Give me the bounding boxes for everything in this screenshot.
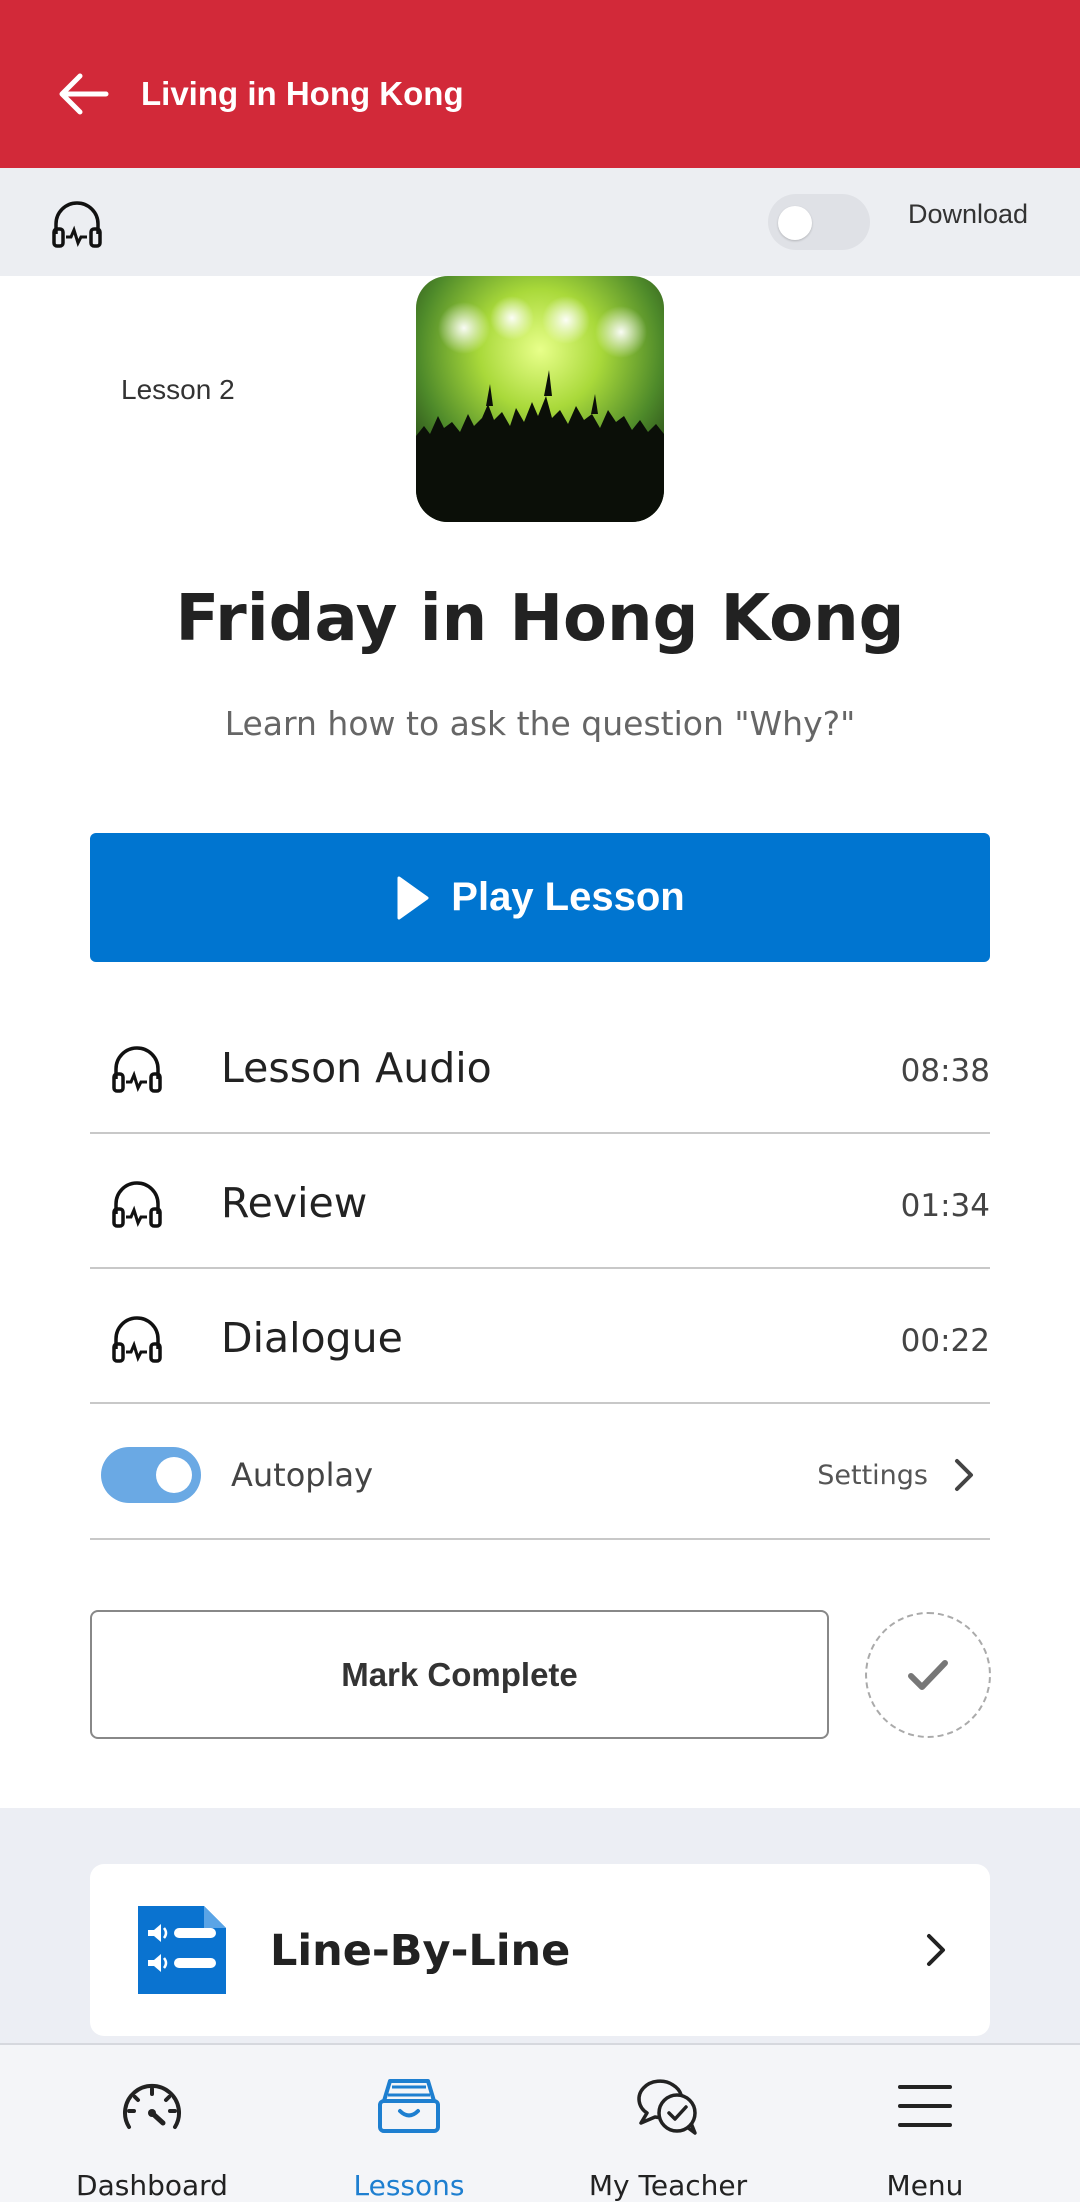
lesson-subtitle: Learn how to ask the question "Why?" [224, 704, 856, 743]
back-arrow-icon[interactable] [52, 62, 116, 126]
lessons-icon [378, 2079, 440, 2133]
nav-lessons[interactable]: Lessons [274, 2045, 544, 2202]
dashboard-icon [123, 2083, 181, 2129]
app-header: Living in Hong Kong [0, 0, 1080, 168]
nav-label: Dashboard [76, 2169, 228, 2202]
my-teacher-icon [637, 2079, 697, 2135]
track-row-review[interactable]: Review 01:34 [90, 1134, 990, 1269]
nav-dashboard[interactable]: Dashboard [17, 2045, 287, 2202]
chevron-right-icon [927, 1934, 945, 1966]
download-label: Download [908, 199, 1029, 229]
headphones-icon [112, 1046, 162, 1093]
card-title: Line-By-Line [270, 1926, 571, 1976]
lesson-info-bar: Lesson 2 Download [0, 168, 1080, 405]
nav-menu[interactable]: Menu [790, 2045, 1060, 2202]
mark-complete-button[interactable]: Mark Complete [90, 1610, 829, 1739]
autoplay-toggle[interactable] [101, 1447, 201, 1503]
menu-icon [898, 2085, 952, 2127]
mark-complete-label: Mark Complete [341, 1655, 578, 1693]
track-name: Dialogue [221, 1314, 403, 1362]
headphones-icon [52, 201, 102, 248]
lesson-title: Friday in Hong Kong [175, 582, 905, 656]
nav-label: Lessons [353, 2169, 465, 2202]
complete-check-button[interactable] [865, 1612, 991, 1738]
chevron-right-icon[interactable] [944, 1455, 984, 1495]
nav-my-teacher[interactable]: My Teacher [533, 2045, 803, 2202]
play-lesson-label: Play Lesson [451, 875, 685, 919]
header-title: Living in Hong Kong [141, 75, 464, 112]
track-duration: 08:38 [900, 1053, 990, 1089]
lesson-number-label: Lesson 2 [121, 374, 235, 405]
bottom-navigation: Dashboard Lessons My Teacher Menu [0, 2043, 1080, 2202]
nav-label: Menu [886, 2169, 964, 2202]
autoplay-row: Autoplay Settings [90, 1405, 990, 1540]
headphones-icon [112, 1316, 162, 1363]
track-duration: 01:34 [900, 1188, 990, 1224]
download-toggle[interactable] [768, 194, 870, 250]
nav-label: My Teacher [588, 2169, 748, 2202]
line-by-line-card[interactable]: Line-By-Line [90, 1864, 990, 2036]
autoplay-label: Autoplay [231, 1456, 374, 1494]
track-row-lesson-audio[interactable]: Lesson Audio 08:38 [90, 999, 990, 1134]
track-duration: 00:22 [900, 1323, 990, 1359]
play-lesson-button[interactable]: Play Lesson [90, 833, 990, 962]
settings-link[interactable]: Settings [817, 1459, 928, 1493]
track-name: Review [221, 1179, 368, 1227]
lesson-cover-image [416, 276, 664, 522]
headphones-icon [112, 1181, 162, 1228]
track-row-dialogue[interactable]: Dialogue 00:22 [90, 1269, 990, 1404]
track-name: Lesson Audio [221, 1044, 492, 1092]
download-toggle-knob [778, 206, 812, 240]
checkmark-icon [908, 1660, 948, 1690]
line-by-line-icon [138, 1906, 226, 1994]
play-icon [397, 876, 429, 919]
autoplay-toggle-knob [156, 1457, 192, 1493]
